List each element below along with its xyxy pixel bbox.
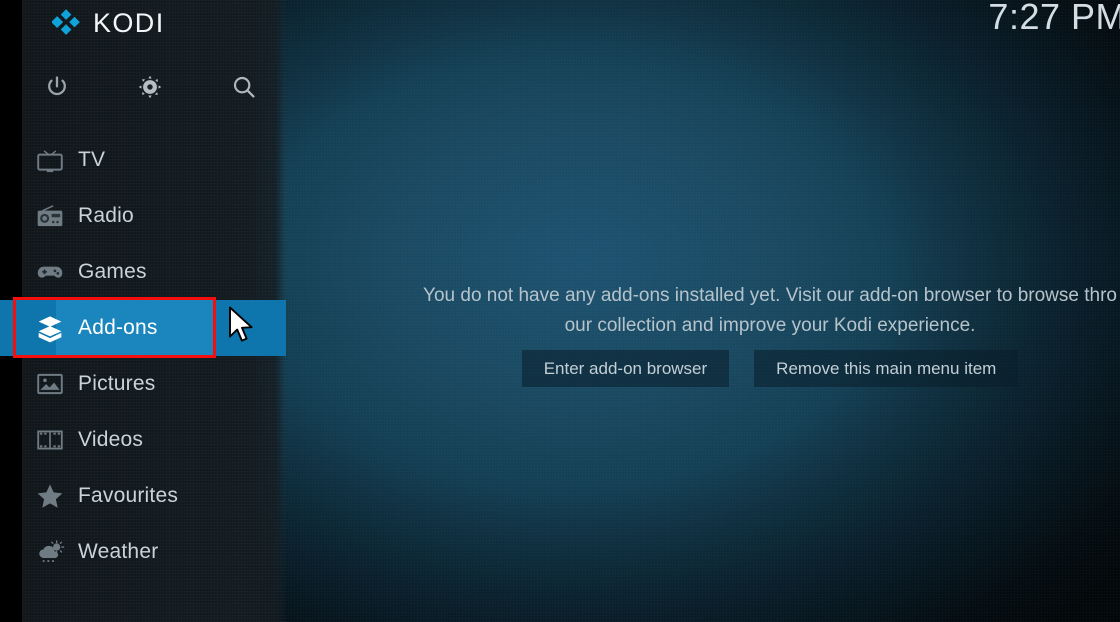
search-icon	[233, 76, 255, 98]
sidebar-item-label: Videos	[78, 428, 144, 451]
empty-state-message: You do not have any add-ons installed ye…	[390, 281, 1120, 341]
sidebar-item-videos[interactable]: Videos	[22, 412, 286, 468]
sidebar-item-label: Games	[78, 260, 147, 283]
sidebar-item-games[interactable]: Games	[22, 244, 286, 300]
remove-main-menu-item-button[interactable]: Remove this main menu item	[754, 350, 1019, 387]
radio-icon	[22, 188, 78, 244]
sidebar-item-label: Pictures	[78, 372, 156, 395]
gamepad-icon	[22, 244, 78, 300]
power-icon	[48, 76, 66, 96]
power-button[interactable]	[36, 66, 78, 108]
main-menu: TV Radio Games Add-ons Pictures Videos F…	[0, 132, 286, 580]
sidebar-item-addons[interactable]: Add-ons	[0, 300, 286, 356]
sidebar-item-label: Weather	[78, 540, 159, 563]
sidebar-item-pictures[interactable]: Pictures	[22, 356, 286, 412]
sidebar-item-label: TV	[78, 148, 106, 171]
sidebar-item-label: Radio	[78, 204, 134, 227]
sidebar-toolbar	[22, 66, 286, 110]
clock: 7:27 PM	[988, 0, 1120, 37]
sidebar-item-label: Add-ons	[78, 316, 158, 339]
star-icon	[22, 468, 78, 524]
sidebar-item-favourites[interactable]: Favourites	[22, 468, 286, 524]
main-content-area: You do not have any add-ons installed ye…	[286, 0, 1120, 622]
weather-icon	[22, 524, 78, 580]
gear-icon	[138, 75, 162, 99]
sidebar-item-weather[interactable]: Weather	[22, 524, 286, 580]
kodi-wordmark: KODI	[93, 7, 165, 38]
search-button[interactable]	[223, 66, 265, 108]
film-icon	[22, 412, 78, 468]
empty-state-line-1: You do not have any add-ons installed ye…	[423, 285, 1117, 306]
kodi-home-screen: You do not have any add-ons installed ye…	[0, 0, 1120, 622]
addons-box-icon	[22, 300, 78, 356]
settings-button[interactable]	[129, 66, 171, 108]
tv-icon	[22, 132, 78, 188]
sidebar-item-label: Favourites	[78, 484, 179, 507]
sidebar-item-radio[interactable]: Radio	[22, 188, 286, 244]
kodi-logo: KODI	[52, 8, 165, 38]
empty-state-line-2: our collection and improve your Kodi exp…	[564, 315, 976, 336]
empty-state-buttons: Enter add-on browser Remove this main me…	[390, 350, 1120, 387]
sidebar-item-tv[interactable]: TV	[22, 132, 286, 188]
pictures-icon	[22, 356, 78, 412]
kodi-logo-icon	[52, 9, 80, 35]
enter-addon-browser-button[interactable]: Enter add-on browser	[521, 350, 730, 387]
